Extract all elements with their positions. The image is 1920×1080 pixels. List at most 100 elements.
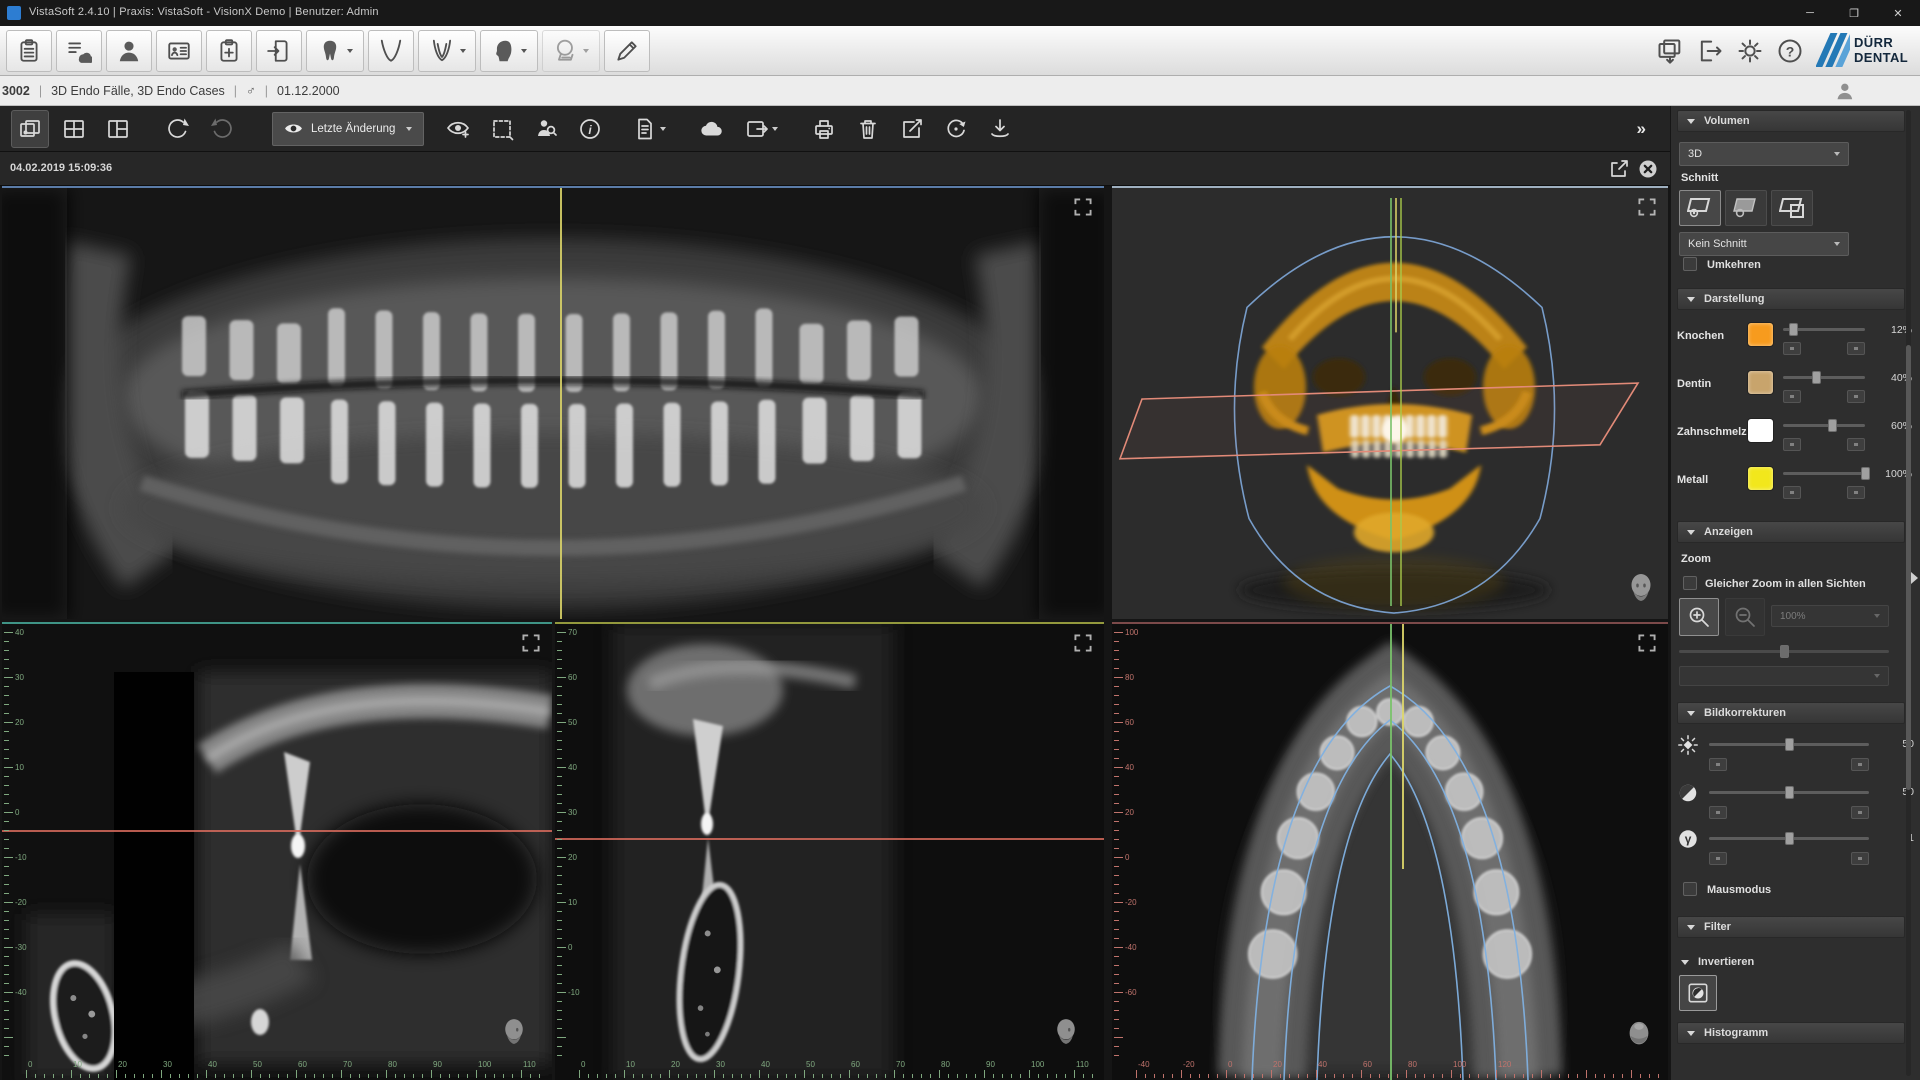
- section-volumen[interactable]: Volumen: [1677, 110, 1905, 132]
- slider-right-button[interactable]: [1847, 438, 1865, 451]
- open-in-window-icon[interactable]: [1609, 159, 1629, 184]
- print-button[interactable]: [805, 110, 843, 148]
- scrollbar-thumb[interactable]: [1906, 345, 1911, 790]
- skull-lateral-button[interactable]: [542, 30, 600, 72]
- cloud-button[interactable]: [693, 110, 731, 148]
- slider-right-button[interactable]: [1847, 342, 1865, 355]
- same-zoom-checkbox[interactable]: [1683, 576, 1697, 590]
- material-opacity-slider[interactable]: [1783, 472, 1865, 475]
- axial-reference-line[interactable]: [2, 830, 552, 832]
- head-profile-button[interactable]: [480, 30, 538, 72]
- cut-type-dropdown[interactable]: Kein Schnitt: [1679, 232, 1849, 256]
- help-button[interactable]: ?: [1770, 30, 1810, 72]
- slider-right-button[interactable]: [1851, 806, 1869, 819]
- volume-3d-view[interactable]: [1112, 186, 1668, 619]
- zoom-slider[interactable]: [1679, 650, 1889, 653]
- patient-name[interactable]: 3D Endo Fälle, 3D Endo Cases: [51, 84, 225, 98]
- view-layout-button[interactable]: [11, 110, 49, 148]
- slider-left-button[interactable]: [1783, 486, 1801, 499]
- axial-view[interactable]: 100806040200-20-40-60 -40-20020406080100…: [1112, 622, 1668, 1080]
- import-down-button[interactable]: [981, 110, 1019, 148]
- export-button[interactable]: [1690, 30, 1730, 72]
- patient-button[interactable]: [106, 30, 152, 72]
- image-archive-button[interactable]: [56, 30, 102, 72]
- material-opacity-slider[interactable]: [1783, 328, 1865, 331]
- fullscreen-icon[interactable]: [522, 634, 540, 657]
- save-image-button[interactable]: [1650, 30, 1690, 72]
- jaw-front-alt-button[interactable]: [418, 30, 476, 72]
- sagittal-view[interactable]: 403020100-10-20-30-40 010203040506070809…: [2, 622, 552, 1080]
- slider-left-button[interactable]: [1783, 390, 1801, 403]
- head-orientation-icon[interactable]: [1628, 572, 1654, 609]
- slider-thumb[interactable]: [1812, 371, 1821, 384]
- delete-button[interactable]: [849, 110, 887, 148]
- section-filter[interactable]: Filter: [1677, 916, 1905, 938]
- pen-button[interactable]: [604, 30, 650, 72]
- close-view-icon[interactable]: [1638, 159, 1658, 184]
- slice-mode-1-button[interactable]: [1679, 190, 1721, 226]
- slider-thumb[interactable]: [1780, 645, 1789, 658]
- slider-left-button[interactable]: [1709, 806, 1727, 819]
- split-layout-button[interactable]: [99, 110, 137, 148]
- slice-mode-3-button[interactable]: [1771, 190, 1813, 226]
- grid-layout-button[interactable]: [55, 110, 93, 148]
- minimize-button[interactable]: ─: [1788, 0, 1832, 26]
- zoom-out-button[interactable]: [1725, 598, 1765, 636]
- last-change-dropdown[interactable]: Letzte Änderung: [272, 112, 424, 146]
- volume-mode-dropdown[interactable]: 3D: [1679, 142, 1849, 166]
- material-color-swatch[interactable]: [1747, 322, 1774, 347]
- slider-thumb[interactable]: [1785, 738, 1794, 751]
- info-button[interactable]: i: [571, 110, 609, 148]
- patient-card-button[interactable]: [156, 30, 202, 72]
- undo-button[interactable]: [159, 110, 197, 148]
- slider-right-button[interactable]: [1851, 758, 1869, 771]
- gamma-slider[interactable]: [1709, 837, 1869, 840]
- section-darstellung[interactable]: Darstellung: [1677, 288, 1905, 310]
- crosshair-line[interactable]: [1402, 624, 1404, 869]
- axial-reference-line[interactable]: [555, 838, 1104, 840]
- slider-left-button[interactable]: [1783, 438, 1801, 451]
- fullscreen-icon[interactable]: [1074, 198, 1092, 221]
- rotate-button[interactable]: [937, 110, 975, 148]
- settings-button[interactable]: [1730, 30, 1770, 72]
- slider-thumb[interactable]: [1785, 832, 1794, 845]
- slider-thumb[interactable]: [1789, 323, 1798, 336]
- slider-left-button[interactable]: [1783, 342, 1801, 355]
- contrast-slider[interactable]: [1709, 791, 1869, 794]
- head-orientation-icon[interactable]: [1054, 1017, 1078, 1052]
- report-button[interactable]: [625, 110, 673, 148]
- fullscreen-icon[interactable]: [1638, 634, 1656, 657]
- patient-info-icon[interactable]: [1832, 80, 1854, 105]
- slider-right-button[interactable]: [1847, 486, 1865, 499]
- section-anzeigen[interactable]: Anzeigen: [1677, 521, 1905, 543]
- fullscreen-icon[interactable]: [1638, 198, 1656, 221]
- slider-thumb[interactable]: [1828, 419, 1837, 432]
- slider-thumb[interactable]: [1785, 786, 1794, 799]
- redo-button[interactable]: [203, 110, 241, 148]
- section-bildkorrekturen[interactable]: Bildkorrekturen: [1677, 702, 1905, 724]
- invert-button[interactable]: [1679, 975, 1717, 1011]
- invert-cut-checkbox[interactable]: [1683, 257, 1697, 271]
- cross-section-view[interactable]: 706050403020100-10 010203040506070809010…: [555, 622, 1104, 1080]
- new-order-button[interactable]: [206, 30, 252, 72]
- slider-right-button[interactable]: [1851, 852, 1869, 865]
- sagittal-reference-line[interactable]: [1390, 624, 1392, 1080]
- selection-button[interactable]: [483, 110, 521, 148]
- material-color-swatch[interactable]: [1747, 466, 1774, 491]
- head-orientation-icon[interactable]: [1626, 1019, 1652, 1054]
- material-color-swatch[interactable]: [1747, 370, 1774, 395]
- sidebar-scrollbar[interactable]: [1906, 110, 1911, 1076]
- edit-export-button[interactable]: [893, 110, 931, 148]
- slider-right-button[interactable]: [1847, 390, 1865, 403]
- tooth-button[interactable]: [306, 30, 364, 72]
- import-document-button[interactable]: [256, 30, 302, 72]
- fullscreen-icon[interactable]: [1074, 634, 1092, 657]
- panorama-view[interactable]: [2, 186, 1104, 619]
- section-histogramm[interactable]: Histogramm: [1677, 1022, 1905, 1044]
- jaw-front-button[interactable]: [368, 30, 414, 72]
- mouse-mode-checkbox[interactable]: [1683, 882, 1697, 896]
- eye-add-button[interactable]: [439, 110, 477, 148]
- toolbar-expand-button[interactable]: »: [1637, 119, 1646, 139]
- export-view-button[interactable]: [737, 110, 785, 148]
- slice-mode-2-button[interactable]: [1725, 190, 1767, 226]
